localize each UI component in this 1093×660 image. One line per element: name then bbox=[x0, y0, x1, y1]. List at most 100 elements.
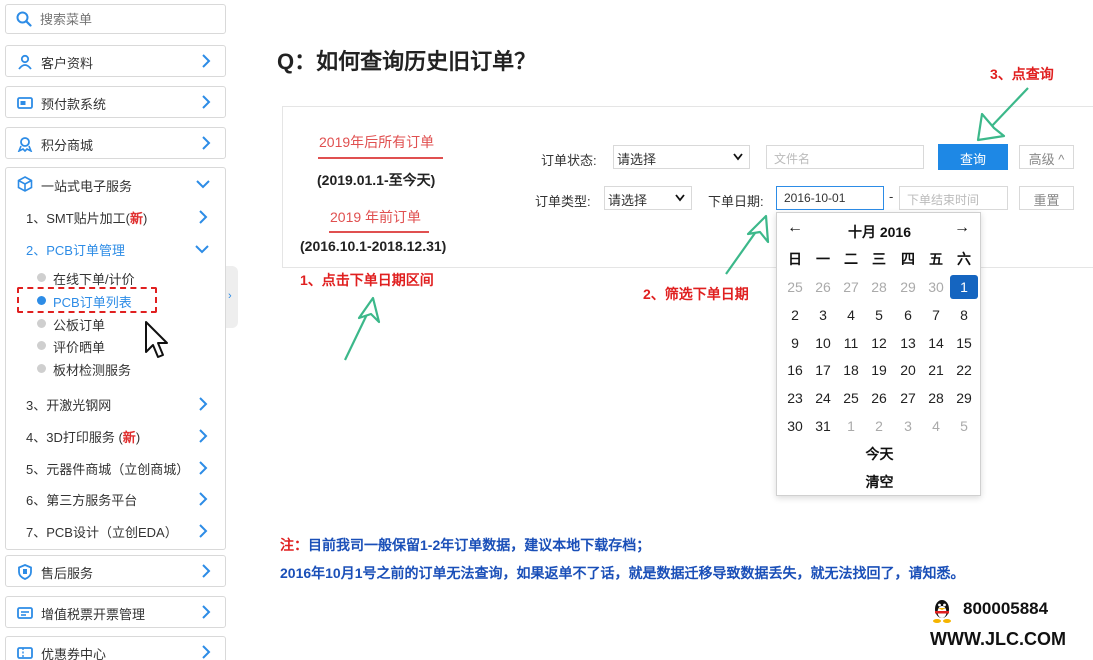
sidebar-item-customer[interactable]: 客户资料 bbox=[5, 45, 226, 77]
calendar-day-outside[interactable]: 30 bbox=[922, 275, 950, 299]
reset-button[interactable]: 重置 bbox=[1019, 186, 1074, 210]
calendar-day-selected[interactable]: 1 bbox=[950, 275, 978, 299]
sidebar-group-header[interactable]: 一站式电子服务 bbox=[6, 168, 225, 200]
sidebar-leaf-public-board[interactable]: 公板订单 bbox=[53, 315, 105, 334]
menu-search[interactable] bbox=[5, 4, 226, 34]
tab-orders-after-2019[interactable]: 2019年后所有订单 bbox=[319, 132, 434, 152]
calendar-day[interactable]: 21 bbox=[922, 358, 950, 382]
sidebar-item-coupons[interactable]: 优惠券中心 bbox=[5, 636, 226, 660]
calendar-day[interactable]: 4 bbox=[837, 303, 865, 327]
calendar-day[interactable]: 31 bbox=[809, 414, 837, 438]
calendar-day[interactable]: 19 bbox=[865, 358, 893, 382]
calendar-day[interactable]: 23 bbox=[781, 386, 809, 410]
calendar-day[interactable]: 20 bbox=[894, 358, 922, 382]
calendar-day[interactable]: 16 bbox=[781, 358, 809, 382]
filename-input[interactable]: 文件名 bbox=[766, 145, 924, 169]
sidebar-leaf-review[interactable]: 评价晒单 bbox=[53, 337, 105, 356]
calendar-day[interactable]: 8 bbox=[950, 303, 978, 327]
calendar-day[interactable]: 17 bbox=[809, 358, 837, 382]
calendar-day[interactable]: 27 bbox=[894, 386, 922, 410]
calendar-day[interactable]: 5 bbox=[865, 303, 893, 327]
calendar-clear-button[interactable]: 清空 bbox=[777, 472, 982, 492]
calendar-day-outside[interactable]: 2 bbox=[865, 414, 893, 438]
sidebar-item-3d-print[interactable]: 4、3D打印服务 (新) bbox=[26, 427, 140, 446]
calendar-day-outside[interactable]: 29 bbox=[894, 275, 922, 299]
next-month-arrow[interactable]: → bbox=[954, 219, 970, 237]
calendar-day[interactable]: 9 bbox=[781, 331, 809, 355]
order-status-select[interactable]: 请选择 bbox=[613, 145, 750, 169]
calendar-day-outside[interactable]: 28 bbox=[865, 275, 893, 299]
calendar-day-outside[interactable]: 26 bbox=[809, 275, 837, 299]
date-start-input[interactable]: 2016-10-01 bbox=[776, 186, 884, 210]
calendar-day-outside[interactable]: 27 bbox=[837, 275, 865, 299]
cube-icon bbox=[17, 176, 33, 192]
advanced-button[interactable]: 高级 ^ bbox=[1019, 145, 1074, 169]
sidebar-item-label: 1、SMT贴片加工( bbox=[26, 211, 131, 226]
chevron-right-icon bbox=[202, 54, 211, 68]
calendar-day[interactable]: 30 bbox=[781, 414, 809, 438]
order-type-select[interactable]: 请选择 bbox=[604, 186, 692, 210]
query-button[interactable]: 查询 bbox=[938, 144, 1008, 170]
sidebar-item-label: 5、元器件商城（立创商城） bbox=[26, 462, 190, 477]
calendar-day-outside[interactable]: 3 bbox=[894, 414, 922, 438]
date-end-input[interactable]: 下单结束时间 bbox=[899, 186, 1008, 210]
sidebar-item-third-party[interactable]: 6、第三方服务平台 bbox=[26, 490, 137, 509]
sidebar-item-smt[interactable]: 1、SMT贴片加工(新) bbox=[26, 208, 147, 227]
calendar-day[interactable]: 26 bbox=[865, 386, 893, 410]
chevron-right-icon bbox=[199, 397, 208, 411]
chevron-right-icon bbox=[199, 492, 208, 506]
coupon-icon bbox=[17, 647, 33, 659]
sidebar-item-pcb-orders[interactable]: 2、PCB订单管理 bbox=[26, 240, 125, 259]
calendar-day[interactable]: 11 bbox=[837, 331, 865, 355]
calendar-day[interactable]: 10 bbox=[809, 331, 837, 355]
sidebar-leaf-online-order[interactable]: 在线下单/计价 bbox=[53, 269, 135, 288]
calendar-day[interactable]: 14 bbox=[922, 331, 950, 355]
weekday-header: 三 bbox=[872, 251, 886, 267]
calendar-day[interactable]: 2 bbox=[781, 303, 809, 327]
cursor-arrow-icon bbox=[145, 321, 168, 358]
calendar-day-outside[interactable]: 4 bbox=[922, 414, 950, 438]
chevron-right-icon bbox=[199, 210, 208, 224]
sidebar-item-prepay[interactable]: 预付款系统 bbox=[5, 86, 226, 118]
sidebar-collapse-handle[interactable]: › bbox=[226, 266, 238, 328]
calendar-day[interactable]: 13 bbox=[894, 331, 922, 355]
tab-orders-before-2019[interactable]: 2019 年前订单 bbox=[330, 207, 421, 227]
sidebar-item-points-mall[interactable]: 积分商城 bbox=[5, 127, 226, 159]
order-status-value: 请选择 bbox=[617, 152, 657, 167]
calendar-day[interactable]: 25 bbox=[837, 386, 865, 410]
calendar-day[interactable]: 15 bbox=[950, 331, 978, 355]
calendar-day[interactable]: 12 bbox=[865, 331, 893, 355]
calendar-day[interactable]: 29 bbox=[950, 386, 978, 410]
chevron-down-icon bbox=[196, 180, 210, 189]
badge-close-paren: ) bbox=[143, 211, 148, 226]
calendar-day[interactable]: 24 bbox=[809, 386, 837, 410]
sidebar-leaf-material-test[interactable]: 板材检测服务 bbox=[53, 360, 131, 379]
card-icon bbox=[17, 97, 33, 109]
calendar-day-outside[interactable]: 5 bbox=[950, 414, 978, 438]
weekday-header: 六 bbox=[957, 251, 971, 267]
website-url[interactable]: WWW.JLC.COM bbox=[930, 629, 1066, 650]
sidebar-item-label: 3、开激光钢网 bbox=[26, 398, 112, 413]
calendar-day-outside[interactable]: 1 bbox=[837, 414, 865, 438]
calendar-day[interactable]: 6 bbox=[894, 303, 922, 327]
calendar-day[interactable]: 22 bbox=[950, 358, 978, 382]
calendar-day[interactable]: 28 bbox=[922, 386, 950, 410]
sidebar-item-label: 积分商城 bbox=[41, 138, 94, 153]
sidebar-item-components-mall[interactable]: 5、元器件商城（立创商城） bbox=[26, 459, 189, 478]
calendar-day[interactable]: 18 bbox=[837, 358, 865, 382]
sidebar-item-pcb-design[interactable]: 7、PCB设计（立创EDA） bbox=[26, 522, 178, 541]
sidebar-item-laser-stencil[interactable]: 3、开激光钢网 bbox=[26, 395, 111, 414]
date-range-separator: - bbox=[889, 189, 894, 204]
sidebar-item-vat-invoice[interactable]: 增值税票开票管理 bbox=[5, 596, 226, 628]
annotation-arrow-icon bbox=[725, 214, 770, 275]
calendar-day-outside[interactable]: 25 bbox=[781, 275, 809, 299]
sidebar-item-after-sales[interactable]: 售后服务 bbox=[5, 555, 226, 587]
calendar-today-button[interactable]: 今天 bbox=[777, 444, 982, 464]
annotation-step3: 3、点查询 bbox=[990, 66, 1054, 82]
calendar-day[interactable]: 3 bbox=[809, 303, 837, 327]
search-input[interactable] bbox=[40, 9, 220, 29]
tab-underline bbox=[329, 231, 429, 233]
sidebar: 客户资料 预付款系统 积分商城 一站式电子服务 1、SMT贴片加工(新) bbox=[0, 0, 230, 660]
calendar-day[interactable]: 7 bbox=[922, 303, 950, 327]
sidebar-item-label: 7、PCB设计（立创EDA） bbox=[26, 525, 178, 540]
